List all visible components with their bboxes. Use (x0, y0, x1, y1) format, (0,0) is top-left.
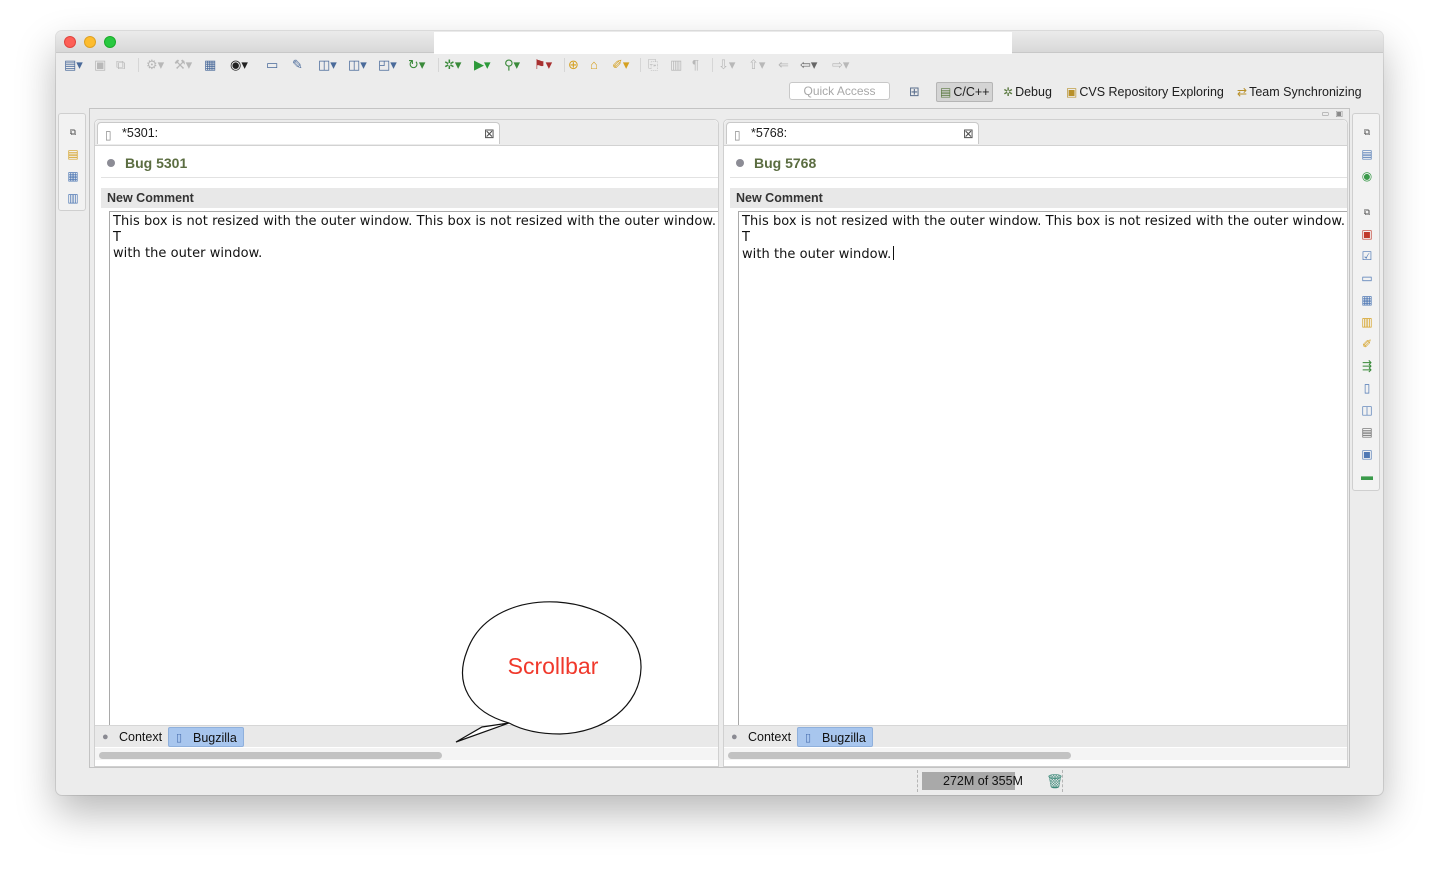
annotation-callout (455, 601, 642, 743)
callout-label: Scrollbar (507, 653, 599, 679)
